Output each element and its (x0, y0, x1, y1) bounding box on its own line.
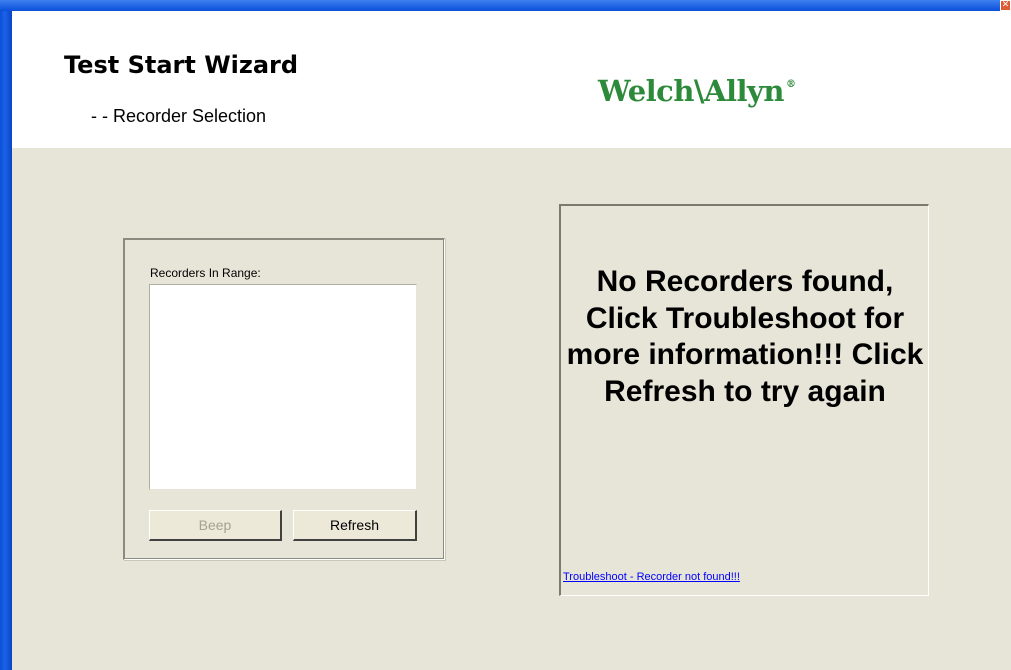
window-titlebar[interactable]: ✕ (0, 0, 1011, 11)
close-icon[interactable]: ✕ (1000, 0, 1011, 11)
no-recorders-message: No Recorders found, Click Troubleshoot f… (566, 265, 924, 408)
wizard-header: Test Start Wizard - - Recorder Selection… (12, 11, 1011, 148)
wizard-title: Test Start Wizard (64, 51, 299, 79)
refresh-button[interactable]: Refresh (293, 510, 417, 541)
recorders-in-range-label: Recorders In Range: (150, 266, 261, 280)
troubleshoot-link[interactable]: Troubleshoot - Recorder not found!!! (563, 571, 740, 583)
beep-button[interactable]: Beep (149, 510, 282, 541)
logo-text-left: Welch (598, 74, 694, 108)
recorders-listbox[interactable] (149, 284, 417, 490)
logo-separator: \ (693, 74, 705, 108)
wizard-subtitle: - - Recorder Selection (91, 106, 267, 126)
welch-allyn-logo: Welch\Allyn ® (598, 74, 796, 108)
registered-mark: ® (785, 79, 796, 90)
logo-text-right: Allyn (704, 74, 784, 108)
window-left-frame (0, 11, 12, 670)
